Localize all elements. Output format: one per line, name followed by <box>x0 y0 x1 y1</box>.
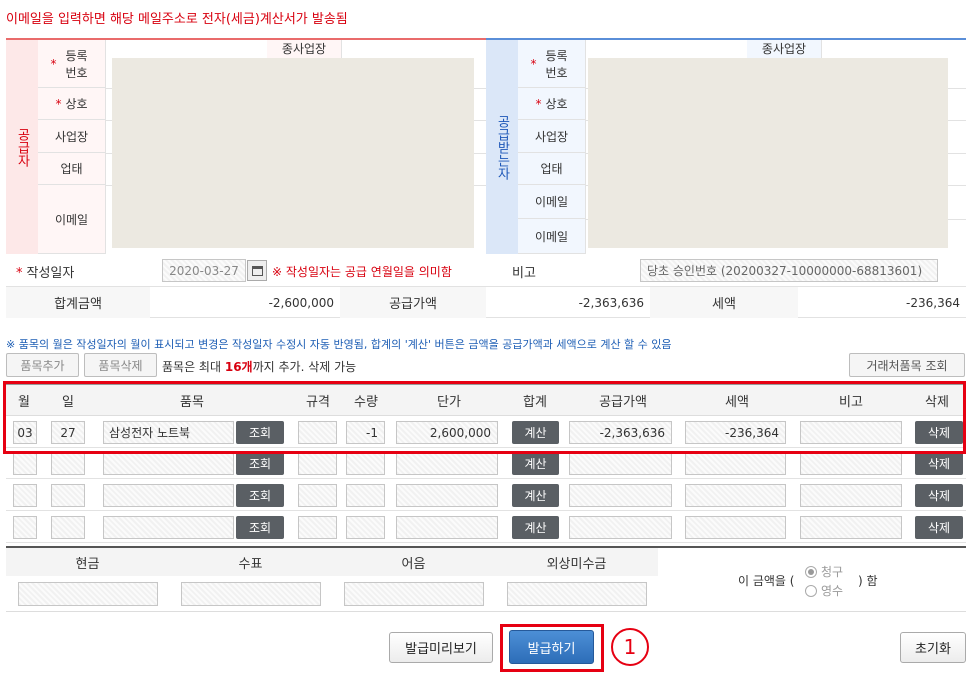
receiver-email1-label: 이메일 <box>518 185 586 219</box>
step-marker: 1 <box>611 628 649 666</box>
tax-value: -236,364 <box>906 295 960 310</box>
item-lookup-button[interactable]: 조회 <box>236 484 284 507</box>
remark-cell-input[interactable] <box>800 516 902 539</box>
claim-radio[interactable]: 청구 <box>805 563 843 580</box>
add-item-button[interactable]: 품목추가 <box>6 353 79 377</box>
write-date-input[interactable]: 2020-03-27 <box>162 259 246 282</box>
qty-input[interactable] <box>346 484 385 507</box>
remark-label: 비고 <box>512 266 536 281</box>
month-input[interactable] <box>13 516 37 539</box>
qty-input[interactable] <box>346 452 385 475</box>
remark-cell-input[interactable] <box>800 484 902 507</box>
supply-amount-input[interactable] <box>569 452 672 475</box>
email-notice: 이메일을 입력하면 해당 메일주소로 전자(세금)계산서가 발송됨 <box>6 12 348 27</box>
total-value: -2,600,000 <box>268 295 334 310</box>
day-input[interactable] <box>51 484 85 507</box>
supply-amount-input[interactable] <box>569 484 672 507</box>
item-name-input[interactable] <box>103 516 234 539</box>
price-input[interactable] <box>396 452 498 475</box>
supply-label: 공급가액 <box>340 287 486 318</box>
calendar-icon[interactable] <box>247 260 267 281</box>
supply-value: -2,363,636 <box>578 295 644 310</box>
promissory-note-label: 어음 <box>332 548 495 576</box>
month-input[interactable] <box>13 484 37 507</box>
item-lookup-button[interactable]: 조회 <box>236 516 284 539</box>
highlight-box <box>3 381 966 454</box>
supplier-regno-label: * 등록 번호 <box>38 40 106 88</box>
month-input[interactable] <box>13 452 37 475</box>
receiver-email2-label: 이메일 <box>518 219 586 254</box>
receiver-biztype-label: 업태 <box>518 153 586 185</box>
item-limit-text: 품목은 최대 16개까지 추가. 삭제 가능 <box>162 360 357 374</box>
tax-amount-input[interactable] <box>685 484 786 507</box>
supplier-side-label: 공급자 <box>6 40 38 254</box>
spec-input[interactable] <box>298 484 337 507</box>
issue-button[interactable]: 발급하기 <box>509 630 594 664</box>
write-date-label: * 작성일자 <box>16 266 75 281</box>
note-input[interactable] <box>344 582 484 606</box>
delete-row-button[interactable]: 삭제 <box>915 484 963 507</box>
spec-input[interactable] <box>298 452 337 475</box>
supplier-name-label: * 상호 <box>38 88 106 120</box>
cash-input[interactable] <box>18 582 158 606</box>
redacted-supplier-info <box>112 58 474 248</box>
redacted-receiver-info <box>588 58 948 248</box>
check-input[interactable] <box>181 582 321 606</box>
supply-amount-input[interactable] <box>569 516 672 539</box>
radio-icon <box>805 584 817 597</box>
tax-amount-input[interactable] <box>685 452 786 475</box>
calc-button[interactable]: 계산 <box>512 484 559 507</box>
delete-item-button[interactable]: 품목삭제 <box>84 353 157 377</box>
tax-label: 세액 <box>650 287 798 318</box>
receiver-name-label: * 상호 <box>518 88 586 120</box>
supplier-email-label: 이메일 <box>38 185 106 254</box>
supplier-biztype-label: 업태 <box>38 153 106 185</box>
delete-row-button[interactable]: 삭제 <box>915 452 963 475</box>
items-info: ※ 품목의 월은 작성일자의 월이 표시되고 변경은 작성일자 수정시 자동 반… <box>6 338 672 351</box>
write-date-note: ※ 작성일자는 공급 연월일을 의미함 <box>272 265 452 279</box>
delete-row-button[interactable]: 삭제 <box>915 516 963 539</box>
item-name-input[interactable] <box>103 452 234 475</box>
day-input[interactable] <box>51 516 85 539</box>
item-lookup-button[interactable]: 조회 <box>236 452 284 475</box>
receipt-radio[interactable]: 영수 <box>805 582 843 599</box>
radio-selected-icon <box>805 565 817 578</box>
lookup-vendor-items-button[interactable]: 거래처품목 조회 <box>849 353 965 377</box>
remark-cell-input[interactable] <box>800 452 902 475</box>
supplier-address-label: 사업장 <box>38 120 106 153</box>
price-input[interactable] <box>396 516 498 539</box>
tax-amount-input[interactable] <box>685 516 786 539</box>
credit-label: 외상미수금 <box>495 548 658 576</box>
spec-input[interactable] <box>298 516 337 539</box>
cash-label: 현금 <box>6 548 169 576</box>
calc-button[interactable]: 계산 <box>512 516 559 539</box>
amount-suffix: ) 함 <box>858 574 878 588</box>
check-label: 수표 <box>169 548 332 576</box>
preview-button[interactable]: 발급미리보기 <box>389 632 493 663</box>
receiver-regno-label: * 등록 번호 <box>518 40 586 88</box>
reset-button[interactable]: 초기화 <box>900 632 966 663</box>
credit-input[interactable] <box>507 582 647 606</box>
remark-input[interactable]: 당초 승인번호 (20200327-10000000-68813601) <box>640 259 938 282</box>
amount-prefix: 이 금액을 ( <box>738 574 795 588</box>
calc-button[interactable]: 계산 <box>512 452 559 475</box>
receiver-side-label: 공급받는자 <box>486 40 518 254</box>
day-input[interactable] <box>51 452 85 475</box>
item-name-input[interactable] <box>103 484 234 507</box>
total-label: 합계금액 <box>6 287 150 318</box>
receiver-address-label: 사업장 <box>518 120 586 153</box>
price-input[interactable] <box>396 484 498 507</box>
qty-input[interactable] <box>346 516 385 539</box>
